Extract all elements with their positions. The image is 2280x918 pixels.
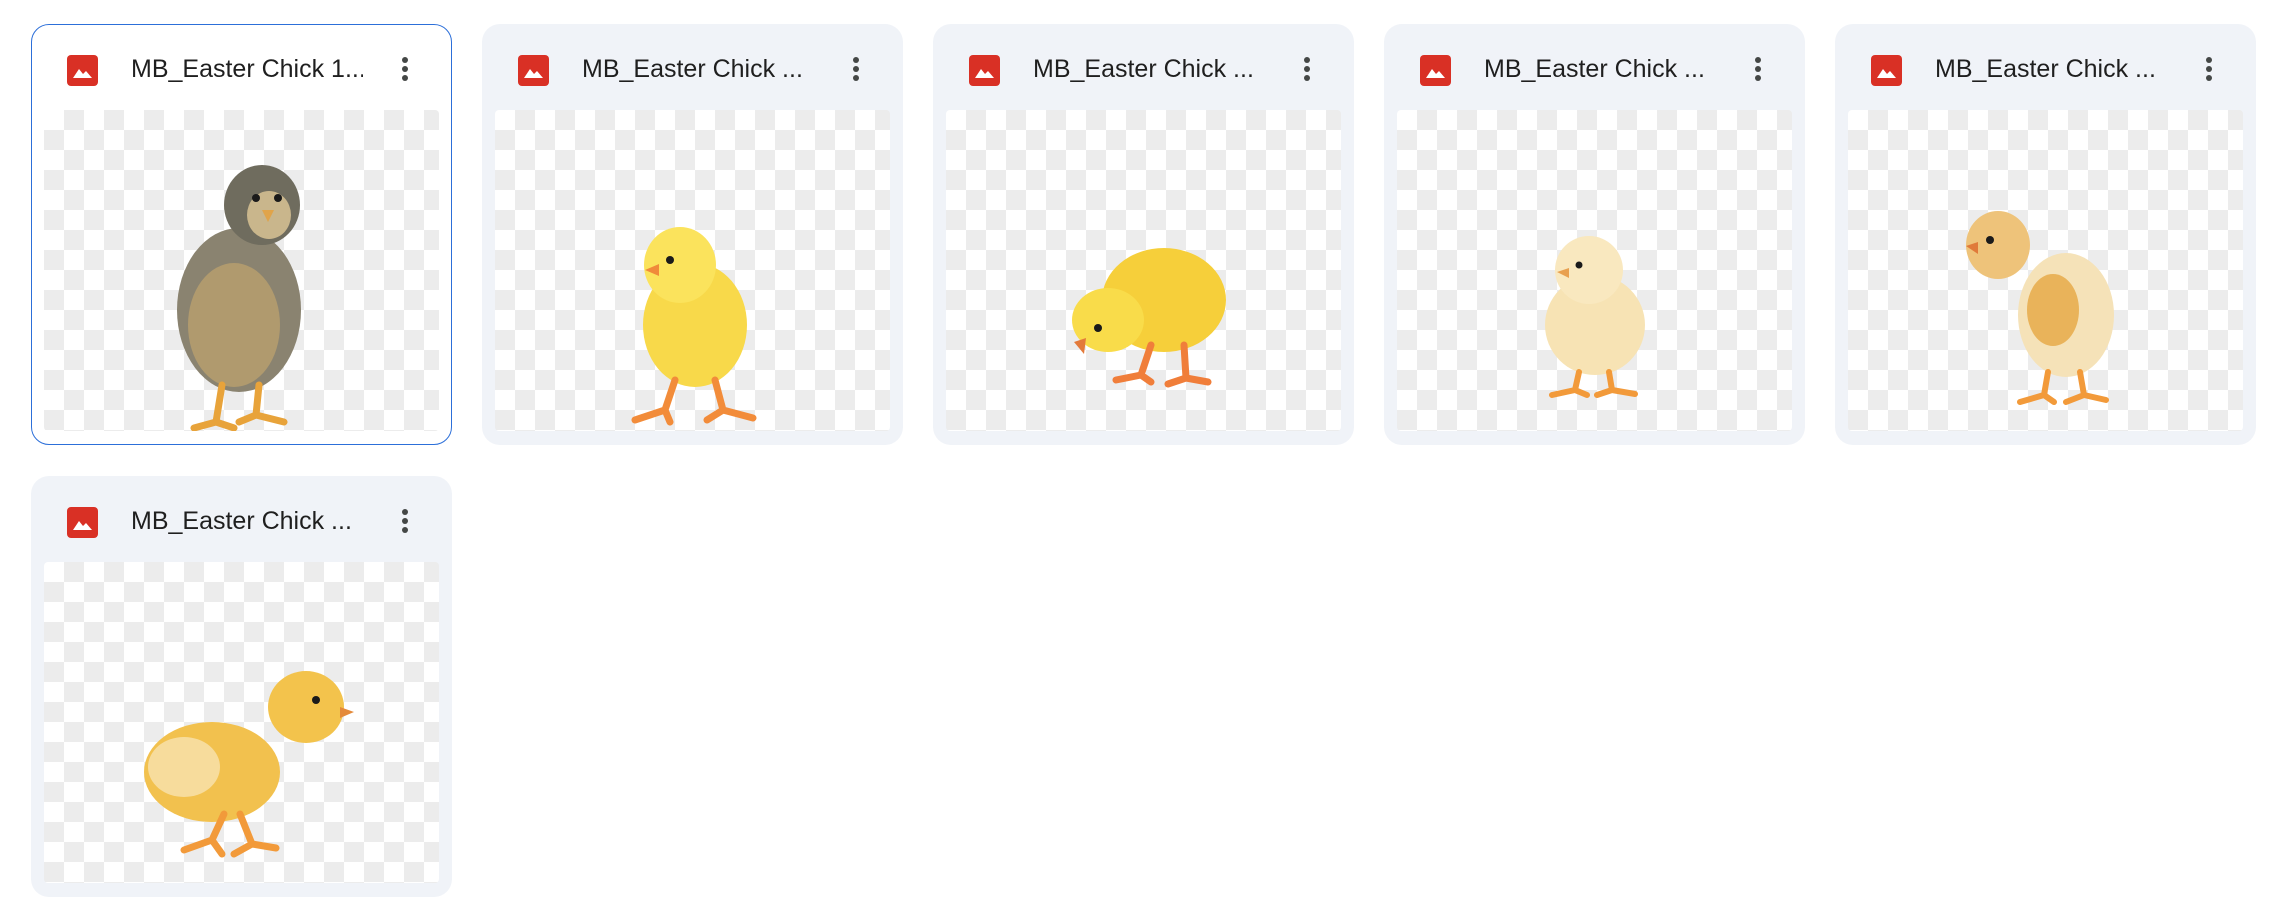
more-vert-icon[interactable] (384, 48, 426, 90)
file-card-header: MB_Easter Chick ... (32, 477, 451, 562)
file-name: MB_Easter Chick ... (1033, 55, 1254, 83)
file-thumbnail[interactable] (44, 110, 439, 431)
file-card[interactable]: MB_Easter Chick ... (482, 24, 903, 445)
image-icon (1420, 55, 1451, 86)
file-card-header: MB_Easter Chick ... (1836, 25, 2255, 110)
image-icon (1871, 55, 1902, 86)
file-card-header: MB_Easter Chick ... (483, 25, 902, 110)
file-card[interactable]: MB_Easter Chick ... (1835, 24, 2256, 445)
file-card[interactable]: MB_Easter Chick ... (1384, 24, 1805, 445)
file-thumbnail[interactable] (1848, 110, 2243, 431)
file-name: MB_Easter Chick 1... (131, 55, 363, 83)
more-vert-icon[interactable] (384, 500, 426, 542)
file-name: MB_Easter Chick ... (1935, 55, 2156, 83)
chick-image (177, 165, 301, 431)
file-thumbnail[interactable] (495, 110, 890, 431)
more-vert-icon[interactable] (1737, 48, 1779, 90)
image-icon (67, 507, 98, 538)
file-card[interactable]: MB_Easter Chick 1... (31, 24, 452, 445)
file-card-header: MB_Easter Chick ... (1385, 25, 1804, 110)
file-thumbnail[interactable] (946, 110, 1341, 431)
file-card-header: MB_Easter Chick ... (934, 25, 1353, 110)
file-card[interactable]: MB_Easter Chick ... (933, 24, 1354, 445)
image-icon (518, 55, 549, 86)
image-icon (969, 55, 1000, 86)
more-vert-icon[interactable] (2188, 48, 2230, 90)
chick-image (144, 671, 354, 858)
file-card[interactable]: MB_Easter Chick ... (31, 476, 452, 897)
file-thumbnail[interactable] (1397, 110, 1792, 431)
file-card-header: MB_Easter Chick 1... (32, 25, 451, 110)
chick-image (1966, 211, 2114, 405)
file-name: MB_Easter Chick ... (582, 55, 803, 83)
chick-image (1072, 248, 1226, 388)
more-vert-icon[interactable] (1286, 48, 1328, 90)
chick-image (631, 227, 757, 426)
chick-image (1545, 236, 1645, 398)
file-thumbnail[interactable] (44, 562, 439, 883)
file-name: MB_Easter Chick ... (1484, 55, 1705, 83)
file-name: MB_Easter Chick ... (131, 507, 352, 535)
image-icon (67, 55, 98, 86)
more-vert-icon[interactable] (835, 48, 877, 90)
